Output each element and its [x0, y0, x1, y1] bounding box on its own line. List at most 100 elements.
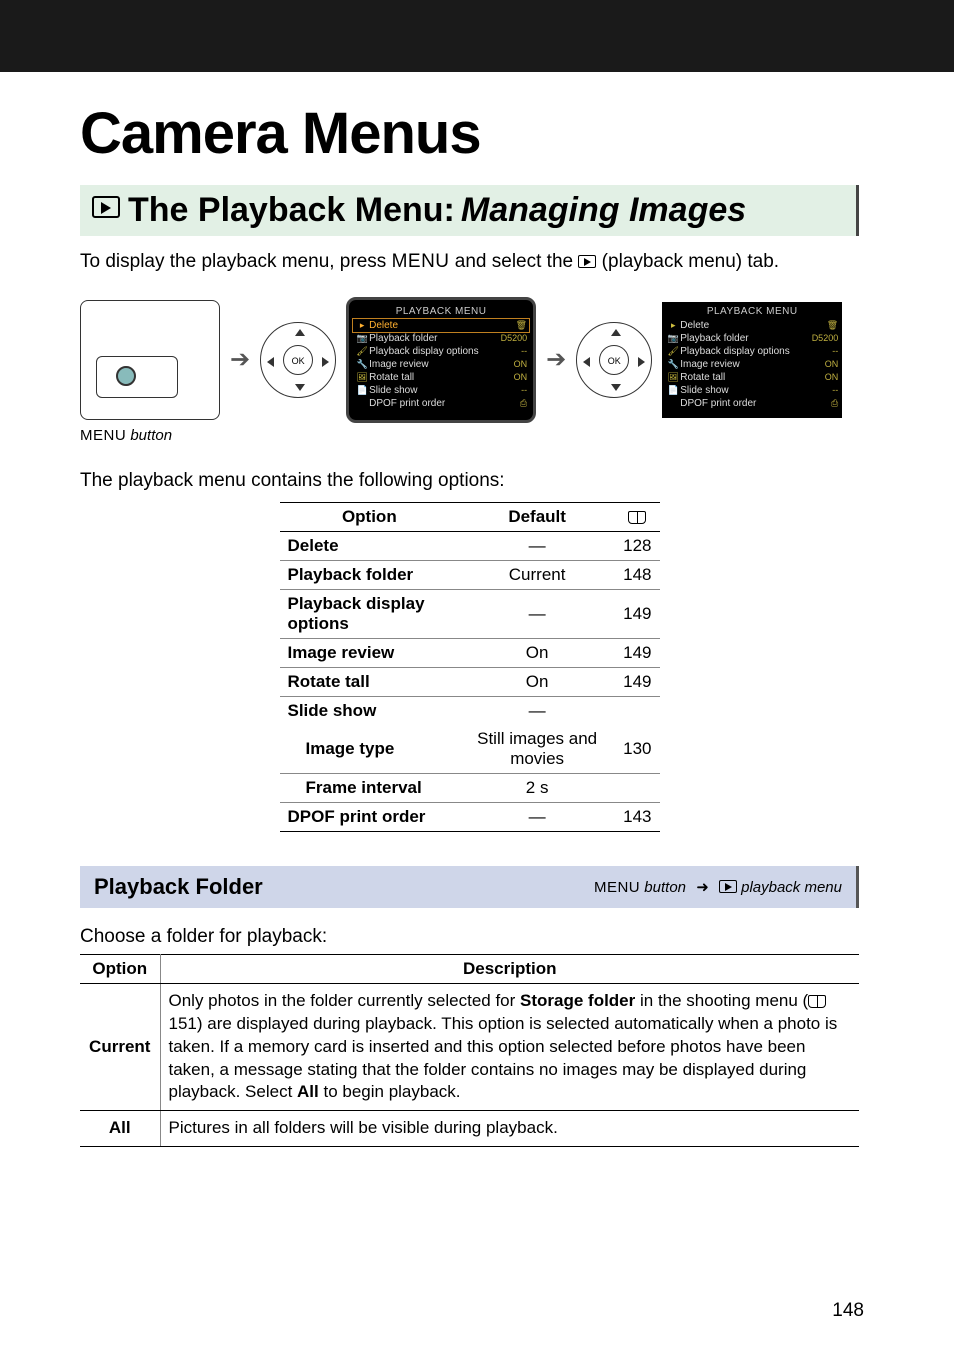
- arrow-right-icon-2: ➔: [546, 345, 566, 374]
- opt-page: 143: [615, 802, 659, 831]
- lcd-row-label: Rotate tall: [369, 372, 497, 383]
- table-row: Delete—128: [280, 531, 660, 560]
- path-arrow-icon: ➜: [696, 879, 709, 896]
- table-row: Playback folderCurrent148: [280, 560, 660, 589]
- playback-tab-icon: [578, 255, 596, 268]
- dpad-down-icon: [295, 384, 305, 391]
- lcd-row: 🖼Rotate tallON: [664, 371, 840, 384]
- lcd-row-value: ⎙: [497, 398, 527, 409]
- lcd-row: 🔧Image reviewON: [664, 358, 840, 371]
- lcd-row: 🖌Playback display options--: [664, 345, 840, 358]
- desc-head-option: Option: [80, 954, 160, 983]
- lcd-row-label: Rotate tall: [680, 372, 808, 383]
- playback-icon: [92, 196, 120, 218]
- opt-default: On: [459, 667, 615, 696]
- lcd-screen-2: PLAYBACK MENU ▸Delete🗑📷Playback folderD5…: [662, 302, 842, 418]
- table-row: AllPictures in all folders will be visib…: [80, 1111, 859, 1147]
- lcd-row-value: --: [808, 385, 838, 396]
- path-playback-icon: [719, 880, 737, 893]
- lcd-row-label: Playback folder: [369, 333, 497, 344]
- lcd-row-value: --: [497, 385, 527, 396]
- lcd-title-1: PLAYBACK MENU: [353, 306, 529, 317]
- subsection-title: Playback Folder: [94, 874, 263, 900]
- dpad-right-icon: [322, 357, 329, 367]
- choose-folder-text: Choose a folder for playback:: [80, 926, 859, 948]
- lcd-row-icon: ▸: [666, 320, 680, 331]
- lcd-row-value: ON: [808, 372, 838, 383]
- opts-head-option: Option: [280, 502, 460, 531]
- desc-option: Current: [80, 983, 160, 1111]
- opt-default: Still images and movies: [459, 725, 615, 774]
- opt-name: Frame interval: [280, 773, 460, 802]
- lcd-row-value: 🗑: [808, 320, 838, 331]
- lcd-row-icon: [355, 398, 369, 409]
- lcd-row: ▸Delete🗑: [664, 319, 840, 332]
- opt-page: 128: [615, 531, 659, 560]
- table-row: CurrentOnly photos in the folder current…: [80, 983, 859, 1111]
- lcd-row-icon: 🖌: [355, 346, 369, 357]
- lcd-row-label: Playback display options: [369, 346, 497, 357]
- subsection-bar: Playback Folder MENU button ➜ playback m…: [80, 866, 859, 908]
- menu-button-caption: MENU button: [80, 427, 859, 444]
- table-row: Rotate tallOn149: [280, 667, 660, 696]
- lcd-row: DPOF print order⎙: [664, 397, 840, 410]
- options-table: Option Default Delete—128Playback folder…: [280, 502, 660, 832]
- dpad-diagram-2: OK: [576, 322, 652, 398]
- dpad-down-icon-2: [611, 384, 621, 391]
- lcd-row-label: Playback display options: [680, 346, 808, 357]
- lcd-title-2: PLAYBACK MENU: [664, 306, 840, 317]
- dpad-diagram-1: OK: [260, 322, 336, 398]
- page-content: Camera Menus The Playback Menu: Managing…: [0, 100, 954, 1147]
- lcd-row: 📄Slide show--: [353, 384, 529, 397]
- camera-lens: [116, 366, 136, 386]
- dpad-left-icon-2: [583, 357, 590, 367]
- page-number: 148: [832, 1300, 864, 1322]
- desc-option: All: [80, 1111, 160, 1147]
- lcd-row-icon: 🔧: [355, 359, 369, 370]
- lcd-row-label: DPOF print order: [369, 398, 497, 409]
- lcd-row: 📷Playback folderD5200: [353, 332, 529, 345]
- opt-name: Playback folder: [280, 560, 460, 589]
- path-playback-label: playback menu: [737, 879, 842, 896]
- intro-text-3: (playback menu) tab.: [596, 251, 779, 272]
- table-row: Playback display options—149: [280, 589, 660, 638]
- opt-page: 149: [615, 589, 659, 638]
- opts-head-default: Default: [459, 502, 615, 531]
- opt-page: [615, 773, 659, 802]
- camera-diagram: [80, 300, 220, 420]
- lcd-row-label: DPOF print order: [680, 398, 808, 409]
- intro-paragraph: To display the playback menu, press MENU…: [80, 250, 859, 275]
- dpad-up-icon-2: [611, 329, 621, 336]
- opt-name: DPOF print order: [280, 802, 460, 831]
- lcd-row-value: --: [808, 346, 838, 357]
- lcd-row-label: Image review: [369, 359, 497, 370]
- ok-button-icon-2: OK: [599, 345, 629, 375]
- lcd-row-icon: ▸: [355, 320, 369, 331]
- lcd-row: 📄Slide show--: [664, 384, 840, 397]
- lcd-row-label: Image review: [680, 359, 808, 370]
- lcd-row-value: D5200: [808, 333, 838, 344]
- lcd-row-label: Playback folder: [680, 333, 808, 344]
- lcd-row: 🔧Image reviewON: [353, 358, 529, 371]
- dpad-left-icon: [267, 357, 274, 367]
- arrow-right-icon: ➔: [230, 345, 250, 374]
- options-intro: The playback menu contains the following…: [80, 470, 859, 492]
- lcd-row-value: ⎙: [808, 398, 838, 409]
- lcd-row-icon: 📄: [355, 385, 369, 396]
- opt-page: 149: [615, 638, 659, 667]
- table-row: Slide show—: [280, 696, 660, 725]
- diagram-row: ➔ OK PLAYBACK MENU ▸Delete🗑📷Playback fol…: [80, 297, 859, 423]
- opts-head-page: [615, 502, 659, 531]
- lcd-screen-1: PLAYBACK MENU ▸Delete🗑📷Playback folderD5…: [346, 297, 536, 423]
- description-table: Option Description CurrentOnly photos in…: [80, 954, 859, 1148]
- lcd-row-icon: 📄: [666, 385, 680, 396]
- section-heading: The Playback Menu: Managing Images: [80, 185, 859, 236]
- lcd-row: 📷Playback folderD5200: [664, 332, 840, 345]
- book-icon: [808, 995, 826, 1008]
- opt-page: [615, 696, 659, 725]
- lcd-row-value: 🗑: [497, 320, 527, 331]
- lcd-row-icon: 📷: [666, 333, 680, 344]
- opt-default: On: [459, 638, 615, 667]
- opt-page: 148: [615, 560, 659, 589]
- opt-name: Delete: [280, 531, 460, 560]
